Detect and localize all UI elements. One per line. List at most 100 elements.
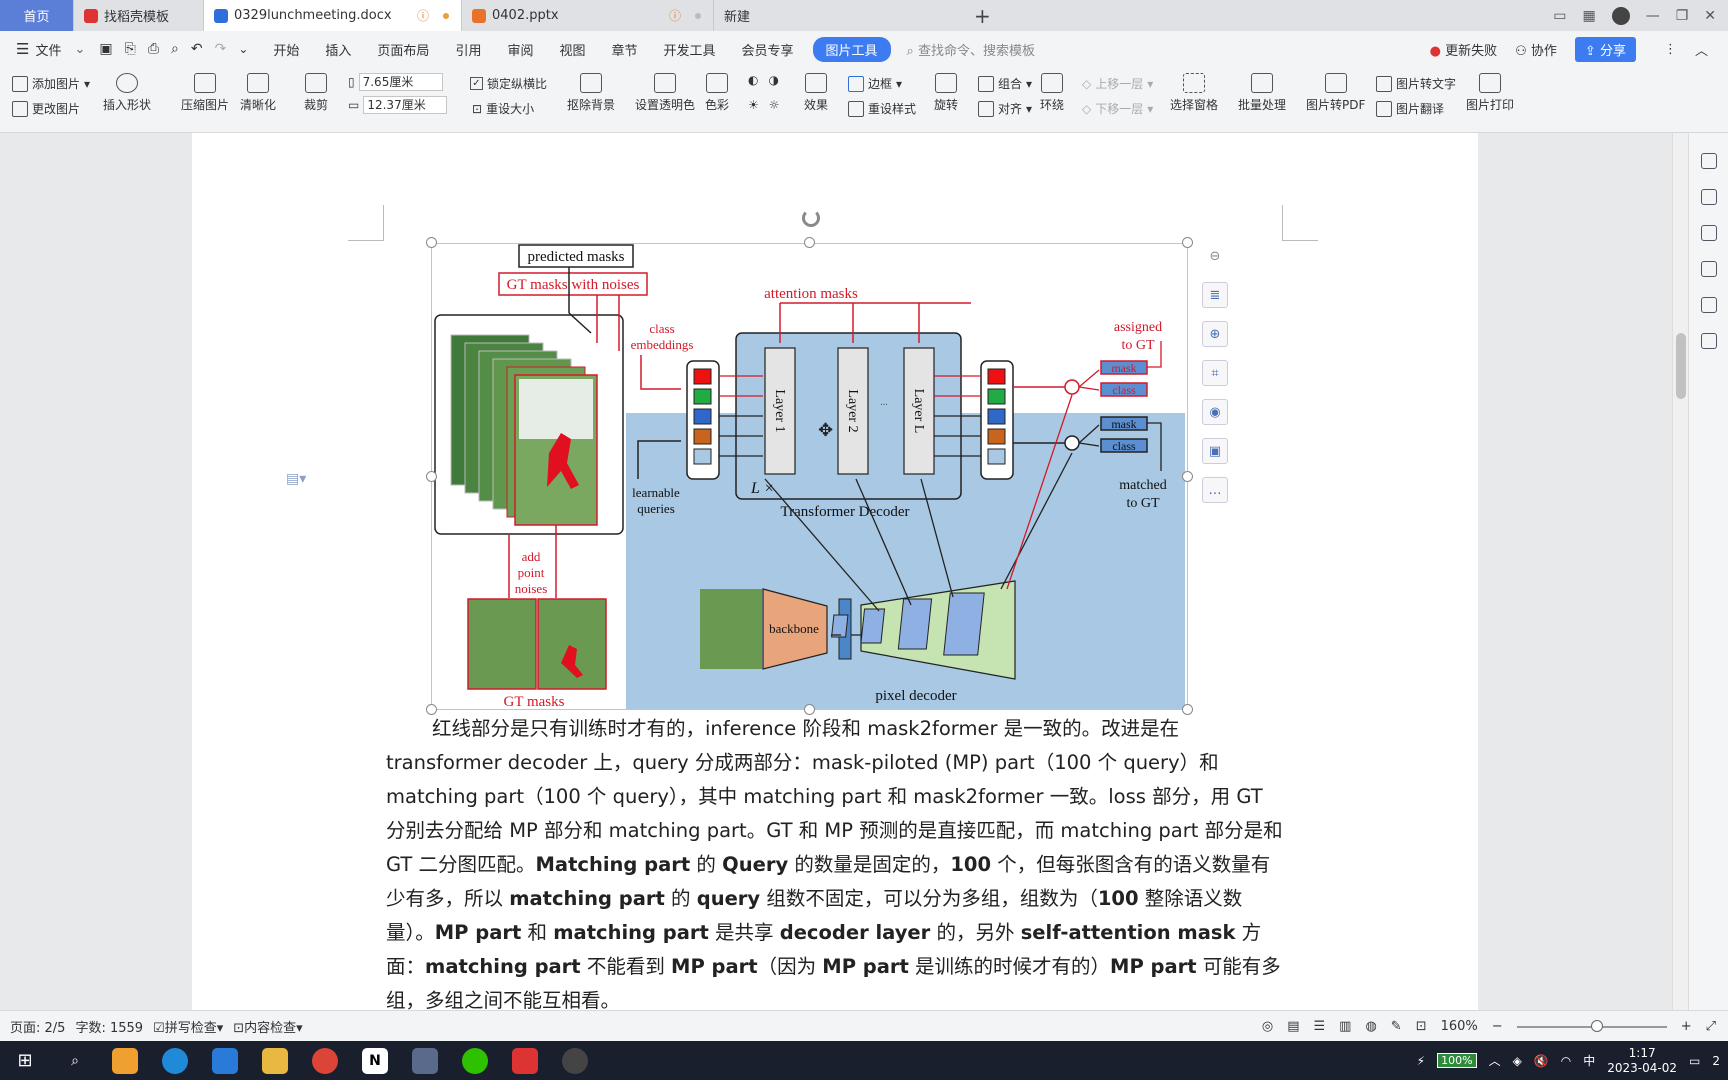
change-image-button[interactable]: 更改图片 [12,100,80,117]
wifi-icon[interactable]: ◠ [1561,1054,1571,1068]
adjust-icon[interactable] [1700,225,1717,241]
menu-item-5[interactable]: 视图 [546,40,598,59]
notification-icon[interactable]: ▭ [1689,1054,1700,1068]
brightness-adjust[interactable]: ☀ ☼ [748,98,780,112]
update-fail-button[interactable]: ● 更新失败 [1430,40,1498,59]
clock[interactable]: 1:17 2023-04-02 [1607,1046,1677,1076]
menu-item-1[interactable]: 插入 [312,40,364,59]
wps-icon[interactable] [512,1047,538,1074]
lock-ratio-checkbox[interactable]: ✓ 锁定纵横比 [470,75,547,92]
chrome-icon[interactable] [312,1047,338,1074]
tray-expand-icon[interactable]: ︿ [1489,1052,1501,1069]
print-icon[interactable]: ⎙ [148,41,159,57]
cursor-icon[interactable] [1700,189,1717,205]
menu-item-2[interactable]: 页面布局 [364,40,442,59]
reset-style-button[interactable]: 重设样式 [848,100,916,117]
ime-indicator[interactable]: 中 [1583,1052,1595,1069]
rotate-handle-icon[interactable] [802,209,820,227]
zoom-level[interactable]: 160% [1441,1019,1478,1034]
redo-icon[interactable]: ↷ [215,41,227,57]
export-icon[interactable]: ⎘ [125,41,136,57]
width-input[interactable]: 7.65厘米 [358,73,443,91]
send-backward-button[interactable]: ◇ 下移一层 ▾ [1082,100,1153,117]
bring-forward-button[interactable]: ◇ 上移一层 ▾ [1082,75,1153,92]
crop-button[interactable]: 裁剪 [304,73,328,113]
hamburger-icon[interactable]: ☰ [16,40,29,58]
fullscreen-icon[interactable]: ⤢ [1706,1019,1716,1034]
menu-item-4[interactable]: 审阅 [494,40,546,59]
spell-check-button[interactable]: ☑拼写检查▾ [153,1017,223,1036]
mute-icon[interactable]: 🔇 [1534,1054,1549,1068]
page-indicator[interactable]: 页面: 2/5 [10,1017,65,1036]
undo-icon[interactable]: ↶ [191,41,203,57]
add-image-button[interactable]: 添加图片 ▾ [12,75,90,92]
folder-icon[interactable] [262,1047,288,1074]
minimize-icon[interactable]: — [1646,8,1660,24]
select-pane-button[interactable]: 选择窗格 [1170,73,1218,113]
close-icon[interactable]: ✕ [1704,8,1716,24]
resize-handle[interactable] [426,471,437,482]
tab-picture-tools[interactable]: 图片工具 [812,36,891,62]
paragraph-layout-icon[interactable]: ▤▾ [286,471,306,487]
page-view-icon[interactable]: ▤ [1287,1019,1299,1034]
set-transparent-button[interactable]: 设置透明色 [635,73,695,113]
mail-icon[interactable] [212,1047,238,1074]
wechat-icon[interactable] [462,1047,488,1074]
store-icon[interactable] [112,1047,138,1074]
menu-item-7[interactable]: 开发工具 [651,40,729,59]
collab-button[interactable]: ⚇ 协作 [1515,40,1557,59]
menu-item-3[interactable]: 引用 [442,40,494,59]
more-tools-icon[interactable]: … [1202,477,1228,503]
read-view-icon[interactable]: ▥ [1339,1019,1351,1034]
add-tab-button[interactable]: + [964,0,1001,31]
batch-button[interactable]: 批量处理 [1238,73,1286,113]
image-icon[interactable] [1700,261,1717,277]
rotate-button[interactable]: 旋转 [934,73,958,113]
fit-page-icon[interactable]: ⊡ [1416,1019,1427,1034]
notion-icon[interactable]: N [362,1047,388,1074]
zoom-icon[interactable]: ⊕ [1202,321,1228,347]
mp-former-figure[interactable]: predicted masks GT masks with noises att… [431,243,1188,710]
tab-new[interactable]: 新建 [714,0,964,31]
tab-template[interactable]: 找稻壳模板 [74,0,204,31]
border-button[interactable]: 边框 ▾ [848,75,902,92]
chevron-down-icon[interactable]: ⌄ [74,42,85,57]
width-field[interactable]: ▯ 7.65厘米 [348,73,443,91]
compress-button[interactable]: 压缩图片 [181,73,229,113]
tray-app-icon[interactable]: ◈ [1513,1054,1522,1068]
image-to-doc-icon[interactable]: ▣ [1202,438,1228,464]
menu-item-0[interactable]: 开始 [260,40,312,59]
zoom-out-icon[interactable]: − [1492,1019,1503,1034]
eye-protect-icon[interactable]: ◎ [1262,1019,1273,1034]
body-paragraph[interactable]: 红线部分是只有训练时才有的，inference 阶段和 mask2former … [386,712,1286,1010]
collapse-toolbar-icon[interactable]: ⊖ [1202,243,1228,269]
save-icon[interactable]: ▣ [99,41,112,57]
zoom-in-icon[interactable]: + [1681,1019,1692,1034]
group-button[interactable]: 组合 ▾ [978,75,1032,92]
search-icon[interactable]: ⌕ [62,1048,88,1074]
resize-handle[interactable] [804,237,815,248]
battery-indicator[interactable]: 100% [1437,1053,1477,1068]
content-check-button[interactable]: ⊡内容检查▾ [233,1017,302,1036]
web-view-icon[interactable]: ◍ [1365,1019,1376,1034]
remove-bg-button[interactable]: 抠除背景 [567,73,615,113]
to-text-button[interactable]: 图片转文字 [1376,75,1456,92]
menu-item-6[interactable]: 章节 [598,40,650,59]
resize-handle[interactable] [1182,471,1193,482]
scrollbar-thumb[interactable] [1676,333,1686,399]
windows-start-icon[interactable]: ⊞ [12,1048,38,1074]
write-view-icon[interactable]: ✎ [1391,1019,1402,1034]
height-field[interactable]: ▭ 12.37厘米 [348,96,448,114]
book-icon[interactable] [1700,333,1717,349]
edge-icon[interactable] [162,1047,188,1074]
wrap-button[interactable]: 环绕 [1040,73,1064,113]
align-button[interactable]: 对齐 ▾ [978,100,1032,117]
resize-handle[interactable] [426,237,437,248]
document-canvas[interactable]: ▤▾ predicted masks GT masks with noises … [0,133,1672,1010]
word-count[interactable]: 字数: 1559 [75,1017,143,1036]
share-button[interactable]: ⇪ 分享 [1574,36,1636,62]
search-command[interactable]: ⌕ 查找命令、搜索模板 [907,40,1035,59]
menu-item-8[interactable]: 会员专享 [729,40,807,59]
outline-view-icon[interactable]: ☰ [1314,1019,1326,1034]
resize-handle[interactable] [1182,237,1193,248]
